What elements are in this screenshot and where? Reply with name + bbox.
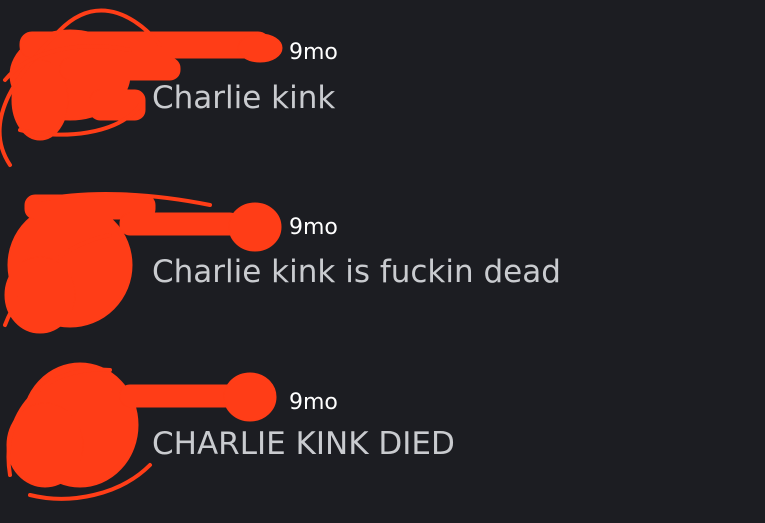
message-text: Charlie kink	[152, 80, 336, 116]
chat-message[interactable]: 9mo Charlie kink is fuckin dead	[0, 185, 765, 335]
message-text: Charlie kink is fuckin dead	[152, 254, 561, 290]
message-timestamp: 9mo	[289, 215, 338, 240]
message-timestamp: 9mo	[289, 40, 338, 65]
message-text: CHARLIE KINK DIED	[152, 426, 455, 462]
message-timestamp: 9mo	[289, 390, 338, 415]
chat-thread: 9mo Charlie kink 9mo Charlie kink is fuc…	[0, 0, 765, 523]
chat-message[interactable]: 9mo CHARLIE KINK DIED	[0, 355, 765, 501]
chat-message[interactable]: 9mo Charlie kink	[0, 8, 765, 167]
